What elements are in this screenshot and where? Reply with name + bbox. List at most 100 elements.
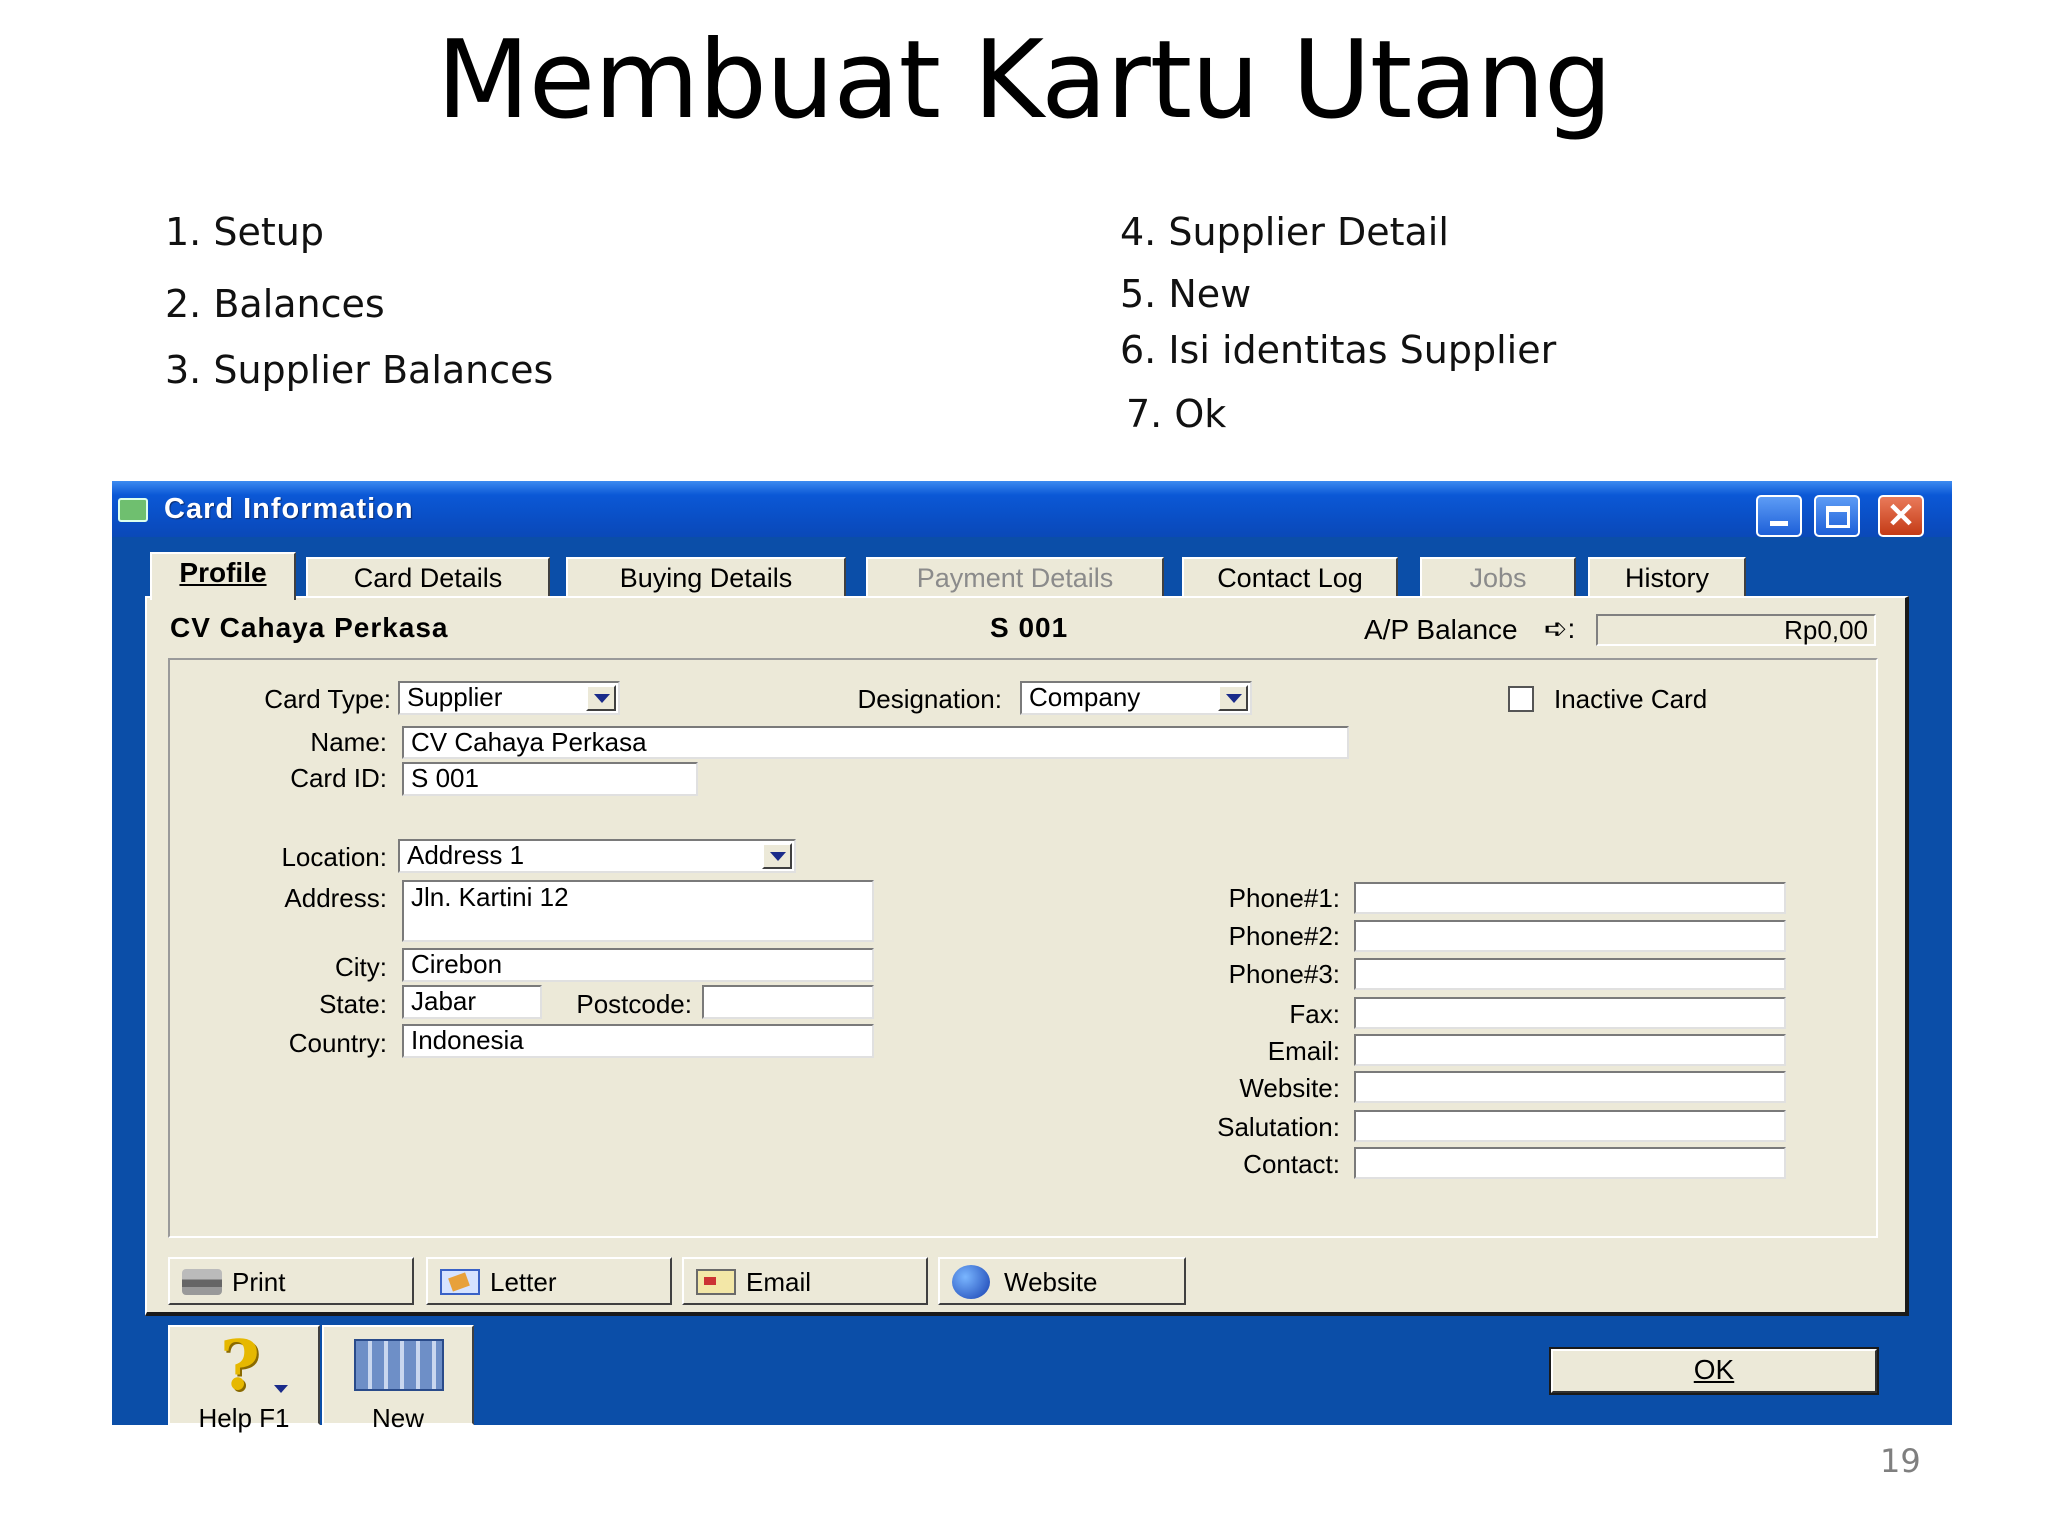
ap-balance-label: A/P Balance <box>1364 614 1518 645</box>
card-type-value: Supplier <box>407 682 503 712</box>
phone3-label: Phone#3: <box>1228 959 1340 989</box>
chevron-down-icon[interactable] <box>586 685 616 711</box>
fax-field[interactable] <box>1354 997 1786 1029</box>
name-label: Name: <box>310 727 387 757</box>
new-label: New <box>371 1403 424 1433</box>
card-type-select[interactable]: Supplier <box>398 681 620 715</box>
arrow-icon[interactable]: ➪: <box>1544 612 1575 645</box>
card-file-icon <box>118 498 148 522</box>
website-button[interactable]: Website <box>938 1257 1186 1305</box>
city-field[interactable]: Cirebon <box>402 948 874 982</box>
tab-jobs: Jobs <box>1420 557 1576 597</box>
phone1-field[interactable] <box>1354 882 1786 914</box>
tab-history[interactable]: History <box>1588 557 1746 597</box>
window-titlebar[interactable]: Card Information ✕ <box>112 481 1952 537</box>
address-field[interactable]: Jln. Kartini 12 <box>402 880 874 942</box>
minimize-icon <box>1770 521 1788 526</box>
tab-label: Contact Log <box>1217 563 1363 593</box>
step-2: 2. Balances <box>165 282 385 326</box>
step-7: 7. Ok <box>1126 392 1227 436</box>
printer-icon <box>182 1269 222 1295</box>
tab-label: Card Details <box>353 563 503 593</box>
contact-field[interactable] <box>1354 1147 1786 1179</box>
letter-icon <box>440 1269 480 1295</box>
globe-icon <box>952 1265 990 1299</box>
phone2-field[interactable] <box>1354 920 1786 952</box>
designation-value: Company <box>1029 682 1141 712</box>
inactive-card-checkbox[interactable] <box>1508 686 1534 712</box>
name-field[interactable]: CV Cahaya Perkasa <box>402 726 1349 759</box>
step-3: 3. Supplier Balances <box>165 348 554 392</box>
card-id-label: Card ID: <box>290 763 387 793</box>
city-label: City: <box>335 952 387 982</box>
postcode-label: Postcode: <box>576 989 692 1019</box>
fax-label: Fax: <box>1289 999 1340 1029</box>
ok-label: OK <box>1693 1354 1735 1385</box>
step-1: 1. Setup <box>165 210 324 254</box>
envelope-icon <box>696 1269 736 1295</box>
print-button[interactable]: Print <box>168 1257 414 1305</box>
tab-payment-details: Payment Details <box>866 557 1164 597</box>
location-value: Address 1 <box>407 840 525 870</box>
window-title: Card Information <box>164 493 414 525</box>
tab-contact-log[interactable]: Contact Log <box>1182 557 1398 597</box>
email-button[interactable]: Email <box>682 1257 928 1305</box>
card-id-field[interactable]: S 001 <box>402 762 698 796</box>
location-select[interactable]: Address 1 <box>398 839 796 873</box>
letter-button[interactable]: Letter <box>426 1257 672 1305</box>
state-label: State: <box>319 989 387 1019</box>
contact-label: Contact: <box>1243 1149 1340 1179</box>
phone2-label: Phone#2: <box>1228 921 1340 951</box>
step-6: 6. Isi identitas Supplier <box>1120 328 1557 372</box>
close-icon: ✕ <box>1886 497 1916 535</box>
country-label: Country: <box>288 1028 387 1058</box>
phone3-field[interactable] <box>1354 958 1786 990</box>
salutation-label: Salutation: <box>1217 1112 1340 1142</box>
minimize-button[interactable] <box>1756 495 1802 537</box>
step-5: 5. New <box>1120 272 1252 316</box>
designation-select[interactable]: Company <box>1020 681 1252 715</box>
tab-buying-details[interactable]: Buying Details <box>566 557 846 597</box>
card-id-header: S 001 <box>990 612 1069 643</box>
tab-label: Jobs <box>1469 563 1527 593</box>
ap-balance-value: Rp0,00 <box>1596 614 1876 646</box>
slide-title: Membuat Kartu Utang <box>436 18 1613 143</box>
location-label: Location: <box>281 842 387 872</box>
chevron-down-icon[interactable] <box>762 843 792 869</box>
step-4: 4. Supplier Detail <box>1120 210 1449 254</box>
ok-button[interactable]: OK <box>1549 1347 1879 1395</box>
phone1-label: Phone#1: <box>1228 883 1340 913</box>
website-field[interactable] <box>1354 1071 1786 1103</box>
country-field[interactable]: Indonesia <box>402 1024 874 1058</box>
question-mark-icon: ? <box>220 1326 260 1406</box>
maximize-button[interactable] <box>1814 495 1860 537</box>
help-button[interactable]: ? Help F1 <box>168 1325 320 1433</box>
state-field[interactable]: Jabar <box>402 985 542 1019</box>
salutation-field[interactable] <box>1354 1110 1786 1142</box>
email-label: Email: <box>1267 1036 1340 1066</box>
help-label: Help F1 <box>198 1403 290 1433</box>
email-label: Email <box>746 1267 812 1297</box>
tab-card-details[interactable]: Card Details <box>306 557 550 597</box>
tab-profile[interactable]: Profile <box>150 552 296 600</box>
tab-label: History <box>1624 563 1709 593</box>
chevron-down-icon[interactable] <box>1218 685 1248 711</box>
postcode-field[interactable] <box>702 985 874 1019</box>
website-label: Website <box>1004 1267 1098 1297</box>
print-label: Print <box>232 1267 286 1297</box>
maximize-icon <box>1826 506 1850 528</box>
new-button[interactable]: New <box>322 1325 474 1433</box>
tab-label: Payment Details <box>916 563 1114 593</box>
tab-label: Profile <box>179 557 267 588</box>
address-label: Address: <box>284 883 387 913</box>
close-button[interactable]: ✕ <box>1878 495 1924 537</box>
card-type-label: Card Type: <box>264 684 391 714</box>
card-name-header: CV Cahaya Perkasa <box>170 612 449 643</box>
inactive-card-label: Inactive Card <box>1554 684 1708 714</box>
designation-label: Designation: <box>857 684 1002 714</box>
tab-label: Buying Details <box>619 563 793 593</box>
chevron-down-icon <box>274 1385 288 1393</box>
email-field[interactable] <box>1354 1034 1786 1066</box>
new-card-icon <box>354 1339 444 1391</box>
page-number: 19 <box>1880 1442 1921 1480</box>
